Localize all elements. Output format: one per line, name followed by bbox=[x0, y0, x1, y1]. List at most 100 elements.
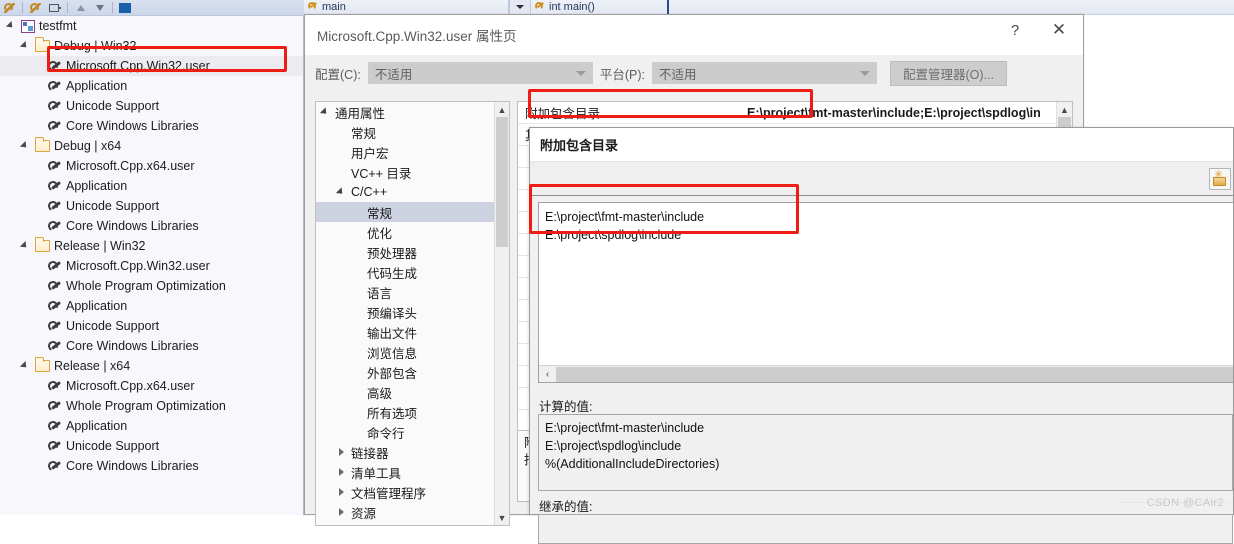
twisty-icon[interactable] bbox=[336, 182, 348, 202]
tree-group-debug-win32[interactable]: Debug | Win32 bbox=[0, 36, 303, 56]
property-row[interactable]: 附加包含目录 E:\project\fmt-master\include;E:\p… bbox=[518, 102, 1072, 124]
wrench-icon[interactable] bbox=[29, 2, 42, 14]
property-category-tree[interactable]: 通用属性 常规 用户宏 VC++ 目录 C/C++ 常规 优化 预处理器 代码生成 语言 预编译头输… bbox=[315, 101, 510, 526]
tree-item-sheet[interactable]: Core Windows Libraries bbox=[0, 456, 303, 476]
nav-member-label: int main() bbox=[549, 1, 595, 13]
category-item-17[interactable]: 链接器 bbox=[316, 442, 509, 462]
category-item-8[interactable]: 代码生成 bbox=[316, 262, 509, 282]
configuration-manager-button[interactable]: 配置管理器(O)... bbox=[889, 60, 1007, 86]
platform-select[interactable]: 不适用 bbox=[651, 62, 877, 84]
nav-member-combo[interactable]: int main() bbox=[531, 0, 731, 15]
properties-icon[interactable] bbox=[48, 2, 61, 14]
tree-item-sheet[interactable]: Application bbox=[0, 416, 303, 436]
tree-item-sheet[interactable]: Unicode Support bbox=[0, 316, 303, 336]
category-item-20[interactable]: 资源 bbox=[316, 502, 509, 522]
twisty-icon[interactable] bbox=[336, 462, 348, 482]
category-item-1[interactable]: 常规 bbox=[316, 122, 509, 142]
category-item-3[interactable]: VC++ 目录 bbox=[316, 162, 509, 182]
category-item-15[interactable]: 所有选项 bbox=[316, 402, 509, 422]
scrollbar-thumb[interactable] bbox=[496, 117, 508, 247]
close-icon[interactable]: ✕ bbox=[1037, 15, 1081, 45]
wrench-icon[interactable] bbox=[3, 2, 16, 14]
help-button[interactable]: ? bbox=[993, 15, 1037, 45]
include-directories-list[interactable]: E:\project\fmt-master\include E:\project\… bbox=[538, 202, 1233, 383]
nav-dropdown-button[interactable] bbox=[509, 0, 531, 15]
tree-item-label: Microsoft.Cpp.x64.user bbox=[66, 379, 195, 393]
tree-item-sheet[interactable]: Core Windows Libraries bbox=[0, 336, 303, 356]
category-item-0[interactable]: 通用属性 bbox=[316, 102, 509, 122]
nav-scope-combo[interactable]: main bbox=[304, 0, 509, 15]
category-item-5[interactable]: 常规 bbox=[316, 202, 509, 222]
twisty-icon[interactable] bbox=[20, 36, 31, 56]
twisty-icon[interactable] bbox=[336, 442, 348, 462]
evaluated-line: E:\project\fmt-master\include bbox=[545, 421, 705, 435]
tree-item-sheet[interactable]: Whole Program Optimization bbox=[0, 276, 303, 296]
category-item-13[interactable]: 外部包含 bbox=[316, 362, 509, 382]
tree-item-label: Unicode Support bbox=[66, 99, 160, 113]
move-up-icon[interactable] bbox=[74, 2, 87, 14]
category-item-label: VC++ 目录 bbox=[351, 166, 412, 181]
category-item-2[interactable]: 用户宏 bbox=[316, 142, 509, 162]
twisty-icon[interactable] bbox=[20, 136, 31, 156]
tree-item-sheet[interactable]: Unicode Support bbox=[0, 436, 303, 456]
category-item-18[interactable]: 清单工具 bbox=[316, 462, 509, 482]
nav-accent-bar bbox=[667, 0, 669, 15]
category-item-label: 预处理器 bbox=[367, 246, 418, 261]
category-item-12[interactable]: 浏览信息 bbox=[316, 342, 509, 362]
config-select[interactable]: 不适用 bbox=[367, 62, 593, 84]
tree-group-debug-x64[interactable]: Debug | x64 bbox=[0, 136, 303, 156]
twisty-icon[interactable] bbox=[336, 502, 348, 522]
tree-item-label: Application bbox=[66, 419, 128, 433]
tree-item-sheet[interactable]: Application bbox=[0, 296, 303, 316]
twisty-icon[interactable] bbox=[20, 356, 31, 376]
move-down-icon[interactable] bbox=[93, 2, 106, 14]
twisty-icon[interactable] bbox=[336, 482, 348, 502]
tree-item-sheet[interactable]: Application bbox=[0, 76, 303, 96]
twisty-icon[interactable] bbox=[320, 102, 332, 122]
category-item-9[interactable]: 语言 bbox=[316, 282, 509, 302]
hscroll-track[interactable] bbox=[556, 366, 1233, 382]
tree-item-sheet[interactable]: Core Windows Libraries bbox=[0, 216, 303, 236]
category-item-4[interactable]: C/C++ bbox=[316, 182, 509, 202]
tree-item-project[interactable]: testfmt bbox=[0, 16, 303, 36]
wrench-icon bbox=[48, 100, 62, 113]
blue-block-icon[interactable] bbox=[119, 2, 132, 14]
list-item[interactable]: E:\project\spdlog\include bbox=[545, 226, 1227, 244]
category-item-19[interactable]: 文档管理程序 bbox=[316, 482, 509, 502]
category-item-14[interactable]: 高级 bbox=[316, 382, 509, 402]
category-item-11[interactable]: 输出文件 bbox=[316, 322, 509, 342]
tree-item-sheet[interactable]: Microsoft.Cpp.Win32.user bbox=[0, 256, 303, 276]
property-manager-tree[interactable]: testfmt Debug | Win32 Microsoft.Cpp.Win32.… bbox=[0, 16, 303, 476]
category-item-10[interactable]: 预编译头 bbox=[316, 302, 509, 322]
scroll-down-icon[interactable]: ▼ bbox=[495, 510, 509, 525]
tree-item-sheet[interactable]: Microsoft.Cpp.Win32.user bbox=[0, 56, 303, 76]
scroll-left-icon[interactable]: ‹ bbox=[539, 366, 556, 383]
category-item-6[interactable]: 优化 bbox=[316, 222, 509, 242]
scroll-up-icon[interactable]: ▲ bbox=[1057, 102, 1072, 117]
new-folder-icon[interactable]: ✳ bbox=[1209, 167, 1231, 190]
editor-navigation-bar: main int main() bbox=[304, 0, 1234, 15]
tree-item-sheet[interactable]: Microsoft.Cpp.x64.user bbox=[0, 376, 303, 396]
tree-item-sheet[interactable]: Core Windows Libraries bbox=[0, 116, 303, 136]
tree-item-sheet[interactable]: Whole Program Optimization bbox=[0, 396, 303, 416]
list-item[interactable]: E:\project\fmt-master\include bbox=[545, 208, 1227, 226]
category-item-label: C/C++ bbox=[351, 185, 388, 199]
category-item-7[interactable]: 预处理器 bbox=[316, 242, 509, 262]
tree-group-release-x64[interactable]: Release | x64 bbox=[0, 356, 303, 376]
list-horizontal-scrollbar[interactable]: ‹ bbox=[539, 365, 1233, 382]
tree-group-release-win32[interactable]: Release | Win32 bbox=[0, 236, 303, 256]
tree-item-sheet[interactable]: Application bbox=[0, 176, 303, 196]
scroll-up-icon[interactable]: ▲ bbox=[495, 102, 509, 117]
category-item-label: 所有选项 bbox=[367, 406, 418, 421]
tree-item-sheet[interactable]: Unicode Support bbox=[0, 96, 303, 116]
tree-item-sheet[interactable]: Unicode Support bbox=[0, 196, 303, 216]
category-tree-scrollbar[interactable]: ▲ ▼ bbox=[494, 102, 509, 525]
property-value[interactable]: E:\project\fmt-master\include;E:\project… bbox=[747, 106, 1072, 120]
twisty-icon[interactable] bbox=[20, 236, 31, 256]
twisty-icon[interactable] bbox=[6, 16, 17, 36]
tree-item-sheet[interactable]: Microsoft.Cpp.x64.user bbox=[0, 156, 303, 176]
category-item-16[interactable]: 命令行 bbox=[316, 422, 509, 442]
